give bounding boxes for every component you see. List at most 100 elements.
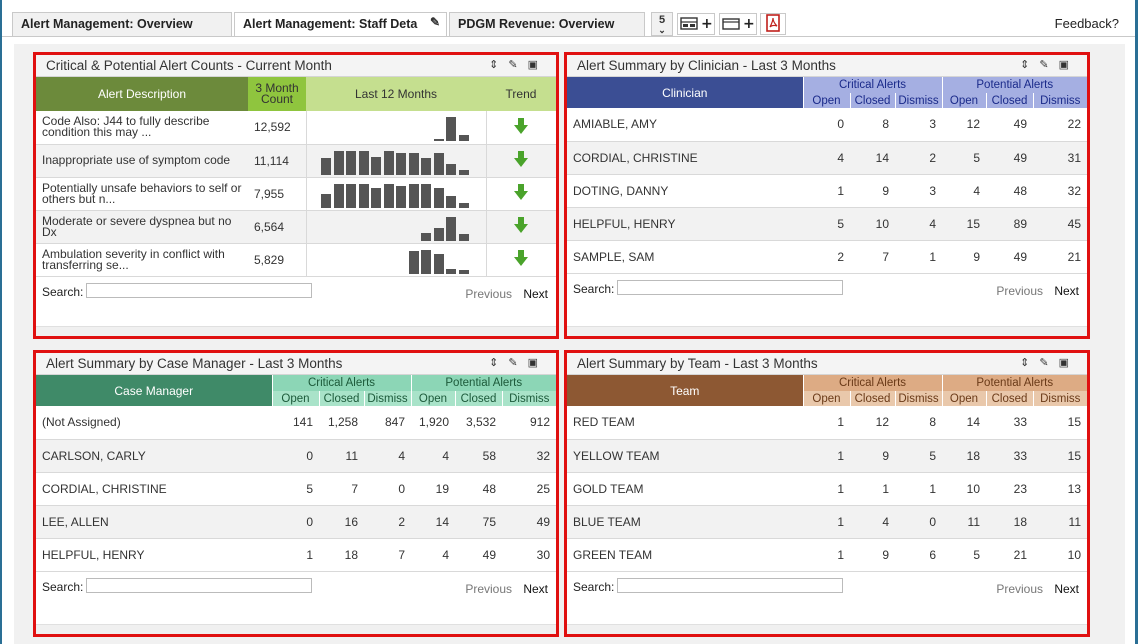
table-row[interactable]: CORDIAL, CHRISTINE 5 7 0 19 48 25 — [36, 472, 557, 506]
column-header-potential-closed[interactable]: Closed — [985, 391, 1033, 406]
column-header-potential-closed[interactable]: Closed — [454, 391, 502, 406]
maximize-icon[interactable]: ▣ — [528, 59, 548, 71]
table-row[interactable]: HELPFUL, HENRY 1 18 7 4 49 30 — [36, 538, 557, 572]
table-row[interactable]: Ambulation severity in conflict with tra… — [36, 243, 556, 277]
add-widget-button[interactable]: + — [719, 13, 757, 35]
search-input[interactable] — [86, 577, 312, 593]
row-value: 4 — [364, 439, 411, 473]
column-header-potential-dismiss[interactable]: Dismiss — [501, 391, 557, 406]
pencil-icon[interactable]: ✎ — [430, 15, 440, 29]
table-row[interactable]: (Not Assigned) 141 1,258 847 1,920 3,532 912 — [36, 406, 557, 440]
group-header-critical-alerts: Critical Alerts — [802, 77, 942, 93]
column-header-critical-closed[interactable]: Closed — [318, 391, 364, 406]
table-row[interactable]: DOTING, DANNY 1 9 3 4 48 32 — [567, 174, 1088, 208]
sparkline-bar — [446, 216, 456, 241]
search-input[interactable] — [617, 279, 843, 295]
tab-alert-overview[interactable]: Alert Management: Overview — [12, 12, 232, 36]
sparkline-bar — [358, 183, 369, 208]
previous-button[interactable]: Previous — [996, 582, 1043, 596]
column-header-critical-open[interactable]: Open — [271, 391, 319, 406]
table-row[interactable]: BLUE TEAM 1 4 0 11 18 11 — [567, 505, 1088, 539]
row-value: 3 — [895, 174, 942, 208]
table-row[interactable]: HELPFUL, HENRY 5 10 4 15 89 45 — [567, 207, 1088, 241]
sparkline-bar — [383, 150, 394, 175]
table-footer: Search: Previous Next — [573, 279, 1079, 298]
edit-icon[interactable]: ✎ — [1039, 357, 1058, 369]
table-row[interactable]: YELLOW TEAM 1 9 5 18 33 15 — [567, 439, 1088, 473]
table-row[interactable]: Moderate or severe dyspnea but no Dx 6,56… — [36, 210, 556, 244]
column-header-critical-open[interactable]: Open — [802, 93, 850, 108]
row-value: 5 — [942, 538, 986, 572]
column-header-critical-dismiss[interactable]: Dismiss — [894, 93, 942, 108]
search-input[interactable] — [617, 577, 843, 593]
row-value: 33 — [986, 439, 1033, 473]
column-header-clinician[interactable]: Clinician — [567, 77, 803, 108]
row-value: 16 — [319, 505, 364, 539]
column-header-critical-closed[interactable]: Closed — [849, 93, 895, 108]
row-value: 4 — [411, 538, 455, 572]
table-row[interactable]: LEE, ALLEN 0 16 2 14 75 49 — [36, 505, 557, 539]
row-value: 19 — [411, 472, 455, 506]
table-row[interactable]: GOLD TEAM 1 1 1 10 23 13 — [567, 472, 1088, 506]
next-button[interactable]: Next — [523, 287, 548, 301]
sparkline-bar — [333, 183, 344, 208]
row-value: 22 — [1033, 108, 1088, 142]
row-value: 2 — [895, 141, 942, 175]
column-header-potential-closed[interactable]: Closed — [985, 93, 1033, 108]
panel-bottom-strip — [36, 624, 556, 634]
maximize-icon[interactable]: ▣ — [1059, 59, 1079, 71]
tab-pdgm-revenue[interactable]: PDGM Revenue: Overview — [449, 12, 645, 36]
previous-button[interactable]: Previous — [465, 582, 512, 596]
row-value: 0 — [803, 108, 850, 142]
table-row[interactable]: CARLSON, CARLY 0 11 4 4 58 32 — [36, 439, 557, 473]
column-header-3-month-count[interactable]: 3 Month Count — [248, 77, 306, 111]
export-pdf-button[interactable] — [760, 13, 786, 35]
tab-alert-staff-detail[interactable]: Alert Management: Staff Deta ✎ — [234, 12, 447, 37]
previous-button[interactable]: Previous — [465, 287, 512, 301]
column-header-potential-open[interactable]: Open — [941, 391, 986, 406]
resize-icon[interactable]: ⇕ — [1020, 357, 1039, 369]
table-row[interactable]: SAMPLE, SAM 2 7 1 9 49 21 — [567, 240, 1088, 274]
edit-icon[interactable]: ✎ — [508, 357, 527, 369]
column-header-critical-closed[interactable]: Closed — [849, 391, 895, 406]
column-header-critical-open[interactable]: Open — [802, 391, 850, 406]
maximize-icon[interactable]: ▣ — [1059, 357, 1079, 369]
add-dashboard-button[interactable]: + — [677, 13, 715, 35]
tab-overflow-button[interactable]: 5 ⌄ — [651, 12, 673, 36]
row-name: DOTING, DANNY — [567, 174, 803, 208]
previous-button[interactable]: Previous — [996, 284, 1043, 298]
resize-icon[interactable]: ⇕ — [1020, 59, 1039, 71]
trend-down-icon — [514, 217, 529, 233]
column-header-potential-dismiss[interactable]: Dismiss — [1032, 391, 1088, 406]
row-name: HELPFUL, HENRY — [36, 538, 272, 572]
table-row[interactable]: Code Also: J44 to fully describe conditi… — [36, 111, 556, 145]
table-row[interactable]: Potentially unsafe behaviors to self or … — [36, 177, 556, 211]
column-header-case-manager[interactable]: Case Manager — [36, 375, 272, 406]
table-row[interactable]: GREEN TEAM 1 9 6 5 21 10 — [567, 538, 1088, 572]
next-button[interactable]: Next — [523, 582, 548, 596]
edit-icon[interactable]: ✎ — [508, 59, 527, 71]
column-header-critical-dismiss[interactable]: Dismiss — [894, 391, 942, 406]
column-header-team[interactable]: Team — [567, 375, 803, 406]
next-button[interactable]: Next — [1054, 582, 1079, 596]
column-header-potential-dismiss[interactable]: Dismiss — [1032, 93, 1088, 108]
row-value: 0 — [272, 439, 319, 473]
resize-icon[interactable]: ⇕ — [489, 357, 508, 369]
panel-bottom-strip — [567, 624, 1087, 634]
table-row[interactable]: Inappropriate use of symptom code 11,114 — [36, 144, 556, 178]
row-name: GREEN TEAM — [567, 538, 803, 572]
edit-icon[interactable]: ✎ — [1039, 59, 1058, 71]
maximize-icon[interactable]: ▣ — [528, 357, 548, 369]
table-row[interactable]: AMIABLE, AMY 0 8 3 12 49 22 — [567, 108, 1088, 142]
column-header-alert-description[interactable]: Alert Description — [36, 77, 248, 111]
next-button[interactable]: Next — [1054, 284, 1079, 298]
row-value: 49 — [502, 505, 557, 539]
table-row[interactable]: CORDIAL, CHRISTINE 4 14 2 5 49 31 — [567, 141, 1088, 175]
table-row[interactable]: RED TEAM 1 12 8 14 33 15 — [567, 406, 1088, 440]
resize-icon[interactable]: ⇕ — [489, 59, 508, 71]
search-input[interactable] — [86, 282, 312, 298]
column-header-potential-open[interactable]: Open — [410, 391, 455, 406]
column-header-potential-open[interactable]: Open — [941, 93, 986, 108]
column-header-critical-dismiss[interactable]: Dismiss — [363, 391, 411, 406]
feedback-link[interactable]: Feedback? — [1055, 16, 1119, 31]
